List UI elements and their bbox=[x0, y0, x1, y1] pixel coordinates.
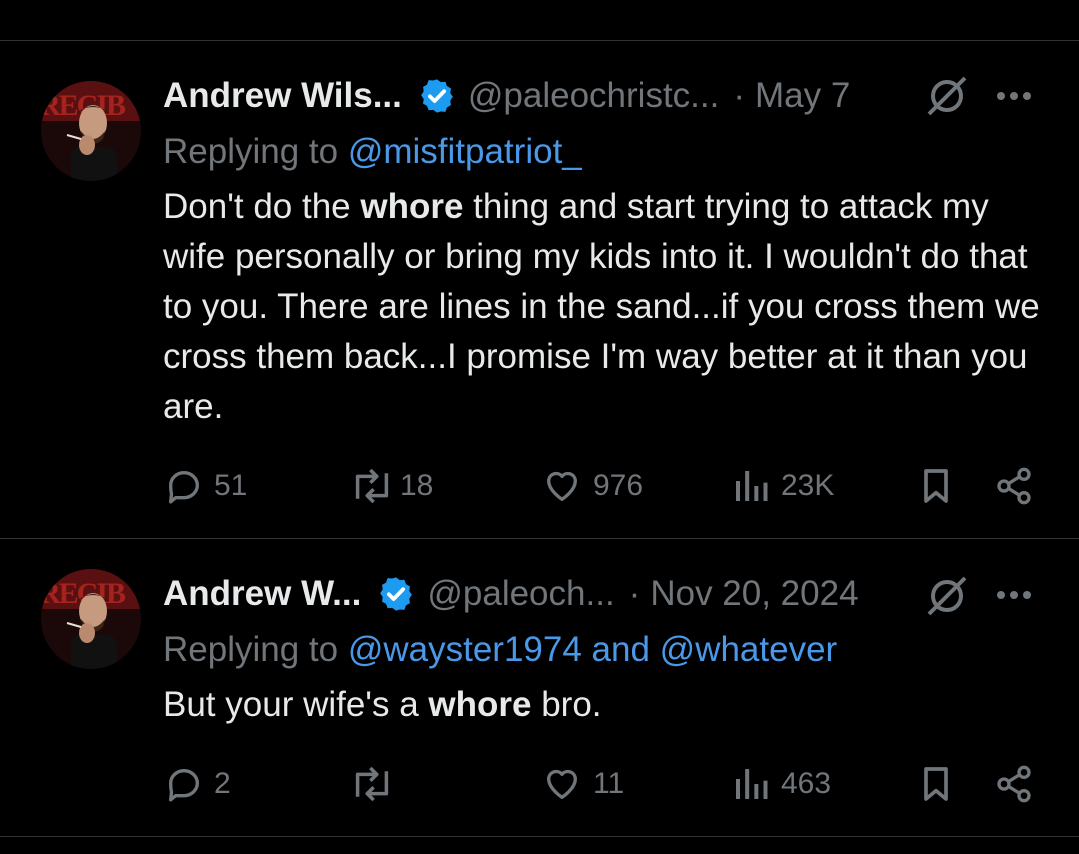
grok-icon[interactable] bbox=[925, 74, 969, 118]
tweet-1[interactable]: RECIB Andrew Wils... @paleochristc... · … bbox=[0, 41, 1079, 539]
bookmark-icon[interactable] bbox=[920, 0, 960, 8]
views-button[interactable]: 463 bbox=[731, 759, 831, 809]
reply-button[interactable]: 2 bbox=[164, 759, 231, 809]
timestamp[interactable]: May 7 bbox=[755, 76, 850, 116]
views-icon bbox=[736, 769, 768, 799]
like-button[interactable]: 11 bbox=[541, 759, 624, 809]
repost-button[interactable]: 18 bbox=[348, 461, 433, 511]
previous-tweet-actions bbox=[0, 0, 1079, 41]
replying-prefix: Replying to bbox=[163, 630, 339, 669]
separator: · bbox=[628, 574, 641, 613]
replying-to-line: Replying to @misfitpatriot_ bbox=[163, 132, 582, 172]
replying-to-mention[interactable]: @wayster1974 and @whatever bbox=[348, 630, 837, 669]
reply-count: 51 bbox=[214, 469, 248, 502]
reply-icon bbox=[169, 769, 199, 802]
action-bar: 51 18 976 23K bbox=[0, 461, 1079, 511]
replying-to-mention[interactable]: @misfitpatriot_ bbox=[348, 132, 582, 171]
verified-badge-icon[interactable] bbox=[377, 575, 415, 613]
author-handle[interactable]: @paleoch... bbox=[427, 574, 614, 614]
avatar[interactable]: RECIB bbox=[41, 569, 141, 669]
bookmark-icon bbox=[924, 469, 948, 503]
replying-to-line: Replying to @wayster1974 and @whatever bbox=[163, 630, 837, 670]
author-name[interactable]: Andrew Wils... bbox=[163, 76, 402, 116]
more-icon[interactable] bbox=[996, 589, 1032, 601]
tweet-2[interactable]: RECIB Andrew W... @paleoch... · Nov 20, … bbox=[0, 539, 1079, 837]
timeline: RECIB Andrew Wils... @paleochristc... · … bbox=[0, 0, 1079, 854]
like-count: 11 bbox=[593, 767, 625, 800]
timestamp[interactable]: Nov 20, 2024 bbox=[650, 574, 858, 614]
views-icon bbox=[736, 471, 768, 501]
more-icon[interactable] bbox=[996, 90, 1032, 102]
repost-button[interactable] bbox=[348, 759, 400, 809]
bookmark-button[interactable] bbox=[916, 461, 956, 511]
like-icon bbox=[547, 471, 577, 501]
share-button[interactable] bbox=[994, 461, 1034, 511]
tweet-header: Andrew Wils... @paleochristc... · May 7 bbox=[163, 76, 850, 116]
author-name[interactable]: Andrew W... bbox=[163, 574, 361, 614]
bookmark-button[interactable] bbox=[916, 759, 956, 809]
like-icon bbox=[547, 769, 577, 799]
views-icon[interactable] bbox=[733, 0, 763, 8]
repost-icon bbox=[355, 468, 389, 504]
view-count: 23K bbox=[781, 469, 835, 502]
share-icon[interactable] bbox=[1010, 0, 1050, 8]
reply-count: 2 bbox=[214, 767, 231, 800]
repost-count: 18 bbox=[400, 469, 434, 502]
reply-button[interactable]: 51 bbox=[164, 461, 247, 511]
avatar[interactable]: RECIB bbox=[41, 81, 141, 181]
separator: · bbox=[733, 76, 746, 115]
like-icon[interactable] bbox=[548, 0, 578, 8]
reply-icon[interactable] bbox=[178, 0, 208, 8]
author-handle[interactable]: @paleochristc... bbox=[468, 76, 719, 116]
replying-prefix: Replying to bbox=[163, 132, 339, 171]
verified-badge-icon[interactable] bbox=[418, 77, 456, 115]
tweet-text: Don't do the whore thing and start tryin… bbox=[163, 187, 1040, 426]
repost-icon bbox=[355, 766, 389, 802]
reply-icon bbox=[169, 471, 199, 504]
share-icon bbox=[997, 765, 1031, 803]
grok-icon[interactable] bbox=[925, 574, 969, 618]
like-count: 976 bbox=[593, 469, 644, 502]
views-button[interactable]: 23K bbox=[731, 461, 834, 511]
like-button[interactable]: 976 bbox=[541, 461, 643, 511]
share-button[interactable] bbox=[994, 759, 1034, 809]
view-count: 463 bbox=[781, 767, 832, 800]
tweet-header: Andrew W... @paleoch... · Nov 20, 2024 bbox=[163, 574, 859, 614]
bookmark-icon bbox=[924, 767, 948, 801]
action-bar: 2 11 463 bbox=[0, 759, 1079, 809]
share-icon bbox=[997, 467, 1031, 505]
tweet-text: But your wife's a whore bro. bbox=[163, 685, 602, 724]
